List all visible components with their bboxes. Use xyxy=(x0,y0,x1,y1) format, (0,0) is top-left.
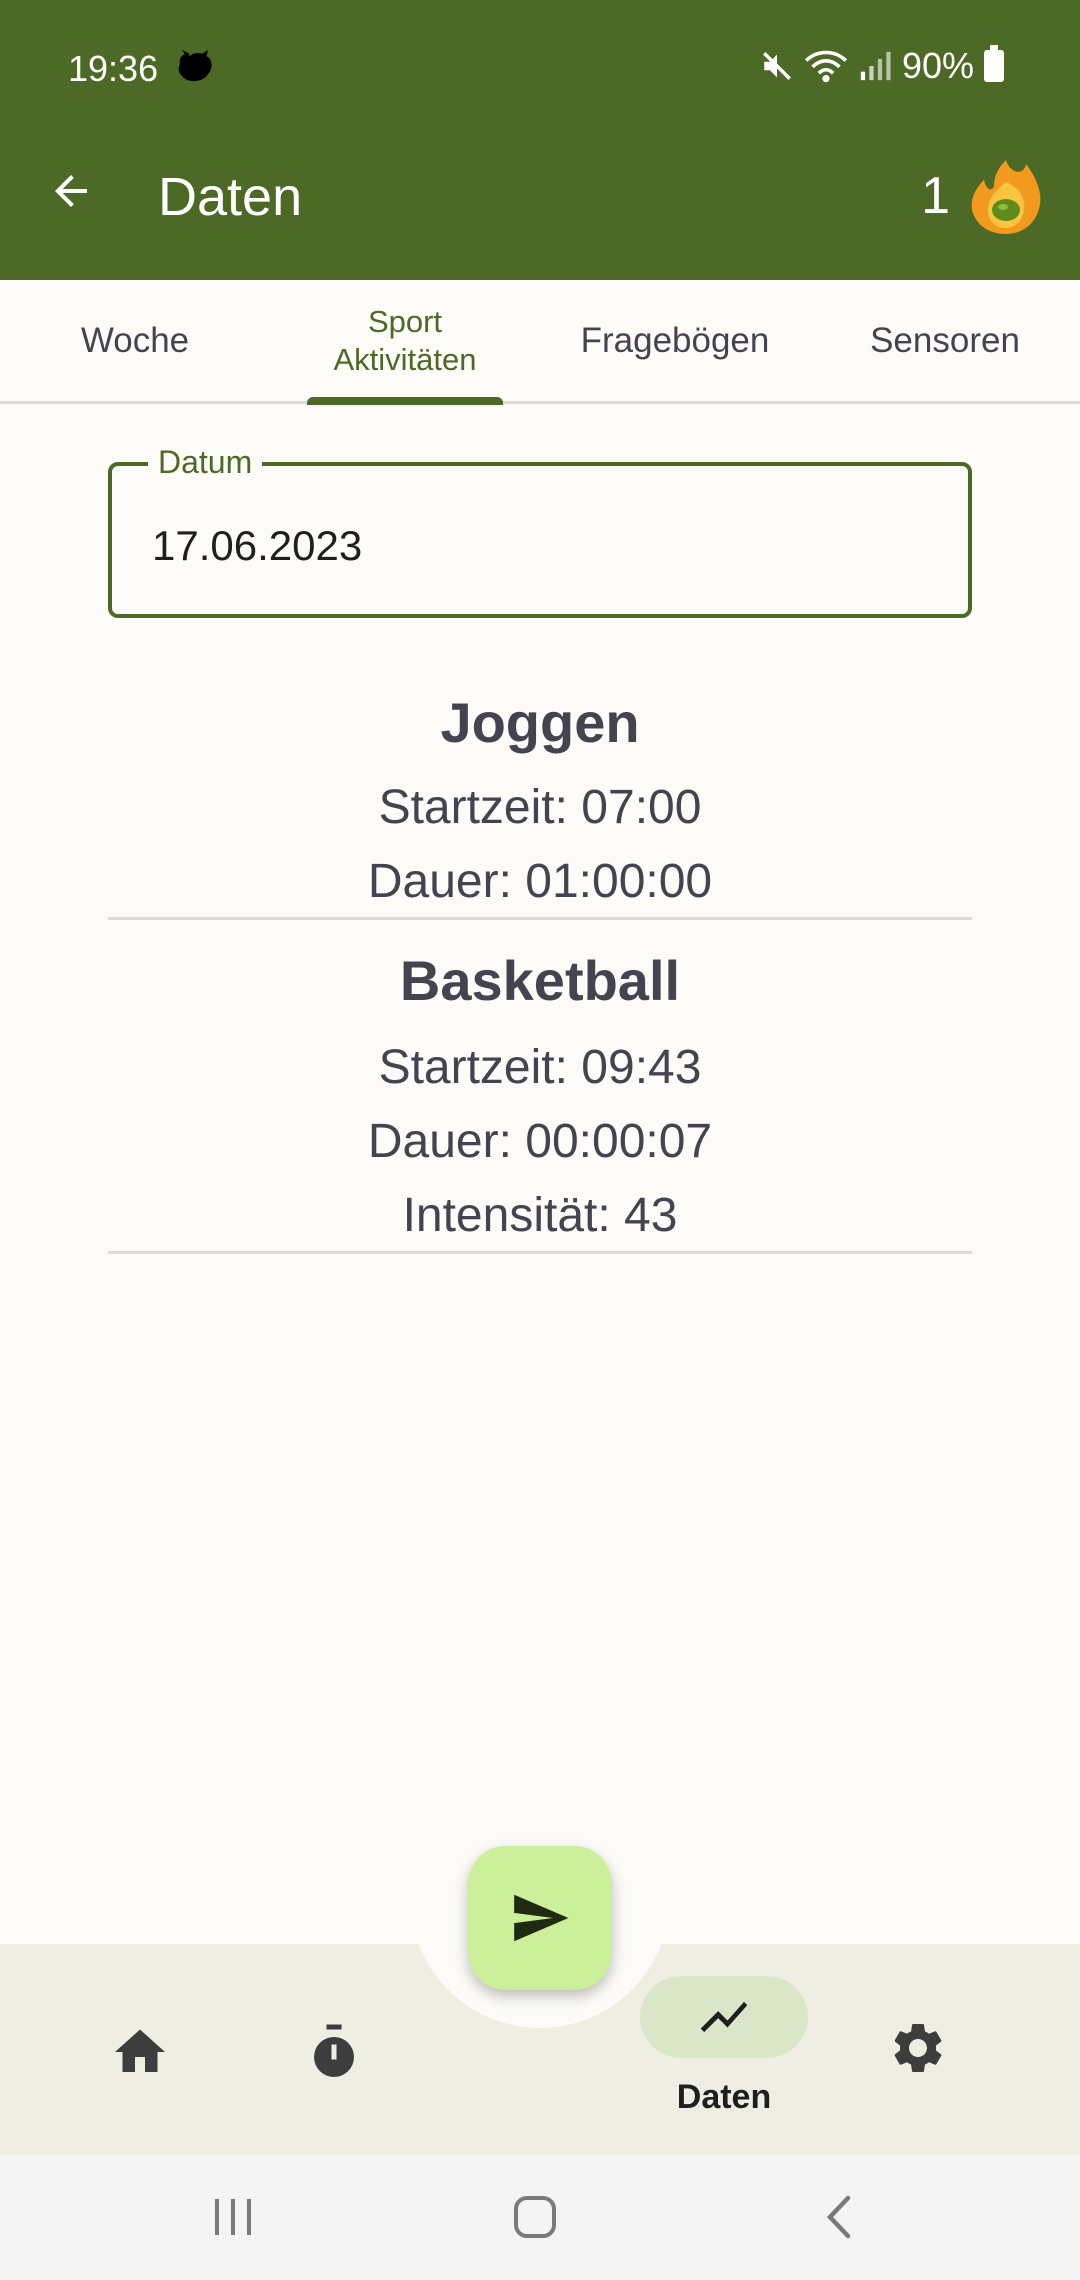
app-notification-icon xyxy=(178,50,212,82)
activity-intensity: Intensität: 43 xyxy=(402,1189,678,1242)
tab-label: Woche xyxy=(80,320,190,360)
send-fab[interactable] xyxy=(468,1846,612,1990)
chevron-left-icon xyxy=(826,2195,851,2239)
nav-daten-button[interactable] xyxy=(640,1976,808,2058)
nav-timer-button[interactable] xyxy=(292,2010,376,2094)
flame-icon xyxy=(971,160,1041,234)
system-back-button[interactable] xyxy=(804,2182,874,2252)
date-field-value: 17.06.2023 xyxy=(152,522,363,569)
wifi-icon xyxy=(804,50,848,83)
nav-settings-button[interactable] xyxy=(876,2006,960,2090)
activity-card: Joggen Startzeit: 07:00 Dauer: 01:00:00 xyxy=(108,676,972,920)
tab-label: Sensoren xyxy=(870,320,1020,360)
system-navigation-bar xyxy=(0,2154,1080,2280)
tab-indicator xyxy=(307,397,503,405)
activity-start-time: Startzeit: 07:00 xyxy=(378,781,702,834)
system-home-button[interactable] xyxy=(500,2182,570,2252)
activity-title: Basketball xyxy=(399,949,681,1012)
send-icon xyxy=(514,1894,569,1942)
battery-icon xyxy=(984,45,1004,82)
chart-line-icon xyxy=(700,2001,748,2033)
streak-counter: 1 xyxy=(921,156,1044,236)
top-app-bar: 19:36 90% Daten 1 xyxy=(0,0,1080,280)
activity-duration: Dauer: 00:00:07 xyxy=(367,1115,713,1168)
home-square-icon xyxy=(514,2196,556,2238)
battery-percentage: 90% xyxy=(901,45,974,86)
tab-label: Fragebögen xyxy=(580,320,770,360)
tab-frageboegen[interactable]: Fragebögen xyxy=(540,280,810,401)
tab-label: Sport Aktivitäten xyxy=(333,303,477,377)
arrow-back-icon xyxy=(55,175,87,207)
page-title: Daten xyxy=(158,167,303,227)
date-field[interactable]: Datum 17.06.2023 xyxy=(108,444,972,618)
tab-sport-aktivitaeten[interactable]: Sport Aktivitäten xyxy=(270,280,540,401)
activity-duration: Dauer: 01:00:00 xyxy=(367,855,713,908)
status-icons: 90% xyxy=(760,44,1004,88)
streak-count: 1 xyxy=(921,167,950,225)
activity-card: Basketball Startzeit: 09:43 Dauer: 00:00… xyxy=(108,920,972,1254)
nav-daten-label: Daten xyxy=(676,2078,772,2116)
date-field-label: Datum xyxy=(148,444,263,481)
activity-start-time: Startzeit: 09:43 xyxy=(378,1041,702,1094)
recent-apps-button[interactable] xyxy=(198,2182,268,2252)
home-icon xyxy=(115,2029,165,2072)
gear-icon xyxy=(894,2024,942,2072)
status-time: 19:36 xyxy=(68,48,159,89)
back-button[interactable] xyxy=(38,158,104,224)
activity-title: Joggen xyxy=(440,691,640,754)
timer-icon xyxy=(314,2024,354,2077)
tab-woche[interactable]: Woche xyxy=(0,280,270,401)
signal-icon xyxy=(860,51,891,81)
tab-sensoren[interactable]: Sensoren xyxy=(810,280,1080,401)
mute-icon xyxy=(762,52,791,80)
nav-home-button[interactable] xyxy=(98,2010,182,2094)
recents-icon xyxy=(215,2199,251,2235)
tab-bar: Woche Sport Aktivitäten Fragebögen Senso… xyxy=(0,280,1080,404)
